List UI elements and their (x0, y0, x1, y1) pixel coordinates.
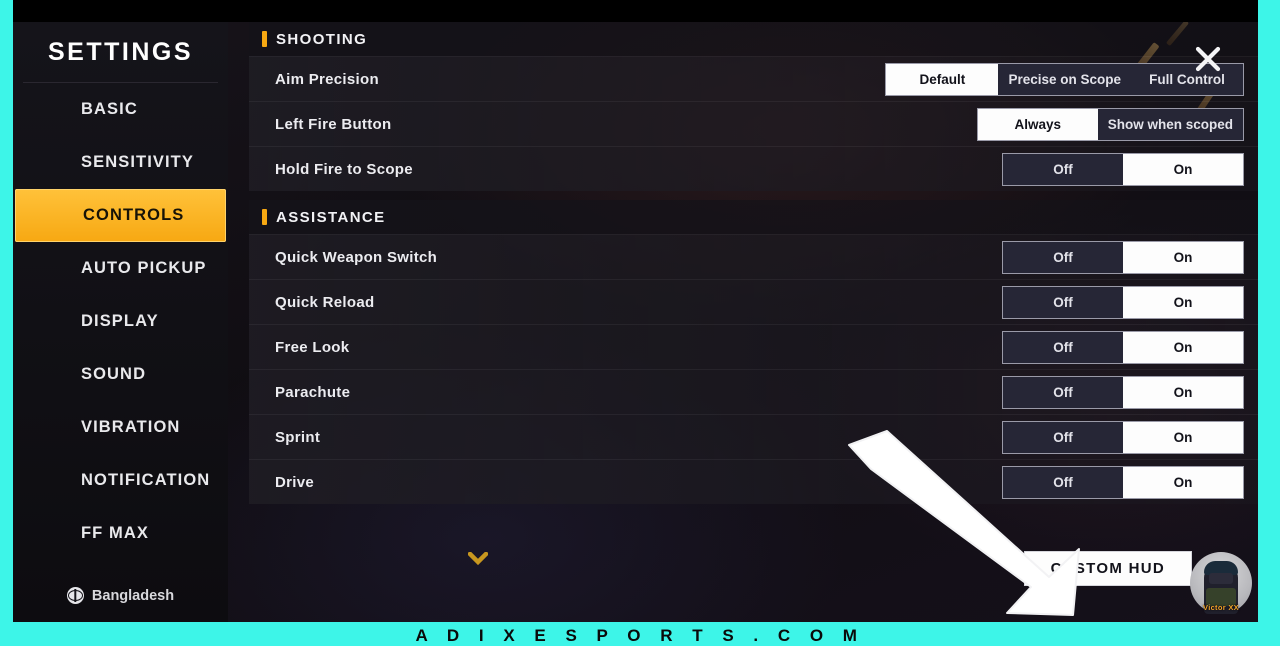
segment-option-off[interactable]: Off (1003, 422, 1123, 453)
settings-content: SHOOTING Aim Precision Default Precise on S… (249, 22, 1258, 622)
setting-label: Parachute (275, 383, 351, 401)
globe-icon (66, 587, 84, 604)
setting-label: Aim Precision (275, 70, 379, 88)
setting-row: Left Fire Button Always Show when scoped (249, 102, 1258, 147)
segment-option-on[interactable]: On (1123, 331, 1243, 363)
screenshot-root: SETTINGS BASIC SENSITIVITY CONTROLS AUTO PI… (0, 0, 1280, 646)
setting-label: Free Look (275, 338, 350, 356)
segment-option-on[interactable]: On (1123, 421, 1243, 453)
setting-label: Sprint (275, 428, 321, 446)
sidebar-item-label: AUTO PICKUP (81, 259, 207, 277)
avatar-mask (1209, 573, 1233, 584)
sidebar-item-sound[interactable]: SOUND (13, 348, 228, 401)
setting-label: Quick Weapon Switch (275, 248, 438, 266)
setting-row: Free Look Off On (249, 325, 1258, 370)
site-watermark-banner: A D I X E S P O R T S . C O M (0, 622, 1280, 646)
sidebar-item-vibration[interactable]: VIBRATION (13, 401, 228, 454)
page-title: SETTINGS (47, 37, 193, 66)
sidebar-item-label: VIBRATION (81, 418, 181, 436)
setting-row: Aim Precision Default Precise on Scope Full… (249, 57, 1258, 102)
sidebar-item-basic[interactable]: BASIC (13, 83, 228, 136)
sidebar-item-ff-max[interactable]: FF MAX (13, 507, 228, 560)
segment-option-always[interactable]: Always (977, 108, 1098, 140)
sidebar-item-label: FF MAX (81, 524, 150, 542)
segment-option-on[interactable]: On (1123, 466, 1243, 498)
close-icon[interactable] (1188, 39, 1228, 79)
section-title: ASSISTANCE (276, 208, 386, 226)
site-watermark-text: A D I X E S P O R T S . C O M (415, 626, 865, 645)
game-window: SETTINGS BASIC SENSITIVITY CONTROLS AUTO PI… (13, 22, 1258, 622)
segment-option-on[interactable]: On (1123, 376, 1243, 408)
segmented-control[interactable]: Off On (1002, 420, 1244, 454)
segment-option-on[interactable]: On (1123, 153, 1243, 185)
segment-option-off[interactable]: Off (1003, 154, 1123, 185)
setting-label: Quick Reload (275, 293, 375, 311)
section-header: ASSISTANCE (249, 200, 1258, 234)
segment-option-off[interactable]: Off (1003, 332, 1123, 363)
segment-option-show-when-scoped[interactable]: Show when scoped (1098, 109, 1243, 140)
segmented-control[interactable]: Off On (1002, 375, 1244, 409)
sidebar-item-auto-pickup[interactable]: AUTO PICKUP (13, 242, 228, 295)
frame-right-accent (1258, 0, 1280, 646)
frame-left-accent (0, 0, 13, 646)
section-accent-bar (262, 31, 267, 47)
sidebar-item-label: SOUND (81, 365, 147, 383)
avatar: Victor XX (1190, 552, 1252, 614)
segment-option-off[interactable]: Off (1003, 377, 1123, 408)
settings-sidebar: SETTINGS BASIC SENSITIVITY CONTROLS AUTO PI… (13, 22, 228, 622)
section-rows: Aim Precision Default Precise on Scope Full… (249, 56, 1258, 191)
setting-label: Left Fire Button (275, 115, 392, 133)
segment-option-on[interactable]: On (1123, 286, 1243, 318)
sidebar-item-label: NOTIFICATION (81, 471, 211, 489)
frame-top (0, 0, 1280, 22)
segment-option-default[interactable]: Default (886, 63, 999, 95)
segmented-control[interactable]: Always Show when scoped (976, 107, 1244, 141)
settings-section: ASSISTANCE Quick Weapon Switch Off On Quick … (249, 200, 1258, 504)
section-rows: Quick Weapon Switch Off On Quick Reload Off O… (249, 234, 1258, 504)
segmented-control[interactable]: Off On (1002, 285, 1244, 319)
section-accent-bar (262, 209, 267, 225)
segmented-control[interactable]: Off On (1002, 240, 1244, 274)
setting-row: Quick Reload Off On (249, 280, 1258, 325)
segment-option-off[interactable]: Off (1003, 467, 1123, 498)
segmented-control[interactable]: Off On (1002, 152, 1244, 186)
segment-option-precise-on-scope[interactable]: Precise on Scope (998, 64, 1131, 95)
sidebar-item-label: DISPLAY (81, 312, 159, 330)
sidebar-item-label: SENSITIVITY (81, 153, 194, 171)
segmented-control[interactable]: Off On (1002, 465, 1244, 499)
sidebar-item-controls[interactable]: CONTROLS (15, 189, 226, 242)
custom-hud-button[interactable]: CUSTOM HUD (1023, 551, 1192, 586)
sidebar-item-sensitivity[interactable]: SENSITIVITY (13, 136, 228, 189)
setting-label: Drive (275, 473, 315, 491)
setting-row: Sprint Off On (249, 415, 1258, 460)
sidebar-item-label: BASIC (81, 100, 138, 118)
sidebar-item-notification[interactable]: NOTIFICATION (13, 454, 228, 507)
sidebar-item-label: CONTROLS (83, 206, 185, 224)
sidebar-nav-list[interactable]: BASIC SENSITIVITY CONTROLS AUTO PICKUP DISPL… (13, 83, 228, 580)
settings-section: SHOOTING Aim Precision Default Precise on S… (249, 22, 1258, 191)
setting-row: Drive Off On (249, 460, 1258, 504)
section-title: SHOOTING (276, 30, 368, 48)
setting-row: Hold Fire to Scope Off On (249, 147, 1258, 191)
segment-option-off[interactable]: Off (1003, 287, 1123, 318)
setting-row: Quick Weapon Switch Off On (249, 235, 1258, 280)
chevron-down-icon[interactable] (466, 550, 490, 566)
sidebar-item-display[interactable]: DISPLAY (13, 295, 228, 348)
setting-row: Parachute Off On (249, 370, 1258, 415)
segmented-control[interactable]: Off On (1002, 330, 1244, 364)
setting-label: Hold Fire to Scope (275, 160, 413, 178)
segment-option-off[interactable]: Off (1003, 242, 1123, 273)
language-label: Bangladesh (91, 587, 175, 604)
segment-option-on[interactable]: On (1123, 241, 1243, 273)
language-selector[interactable]: Bangladesh (13, 587, 228, 604)
avatar-tag: Victor XX (1203, 603, 1239, 612)
section-header: SHOOTING (249, 22, 1258, 56)
